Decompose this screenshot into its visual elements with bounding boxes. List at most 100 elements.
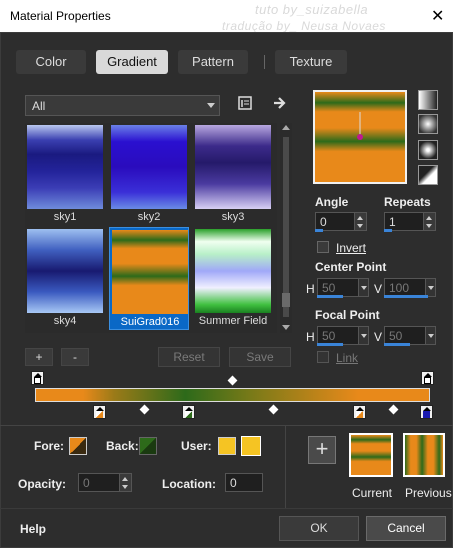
scroll-up-icon[interactable]: [282, 125, 290, 130]
chevron-down-icon[interactable]: [425, 327, 435, 344]
title-bar: Material Properties tuto by_suizabella t…: [0, 0, 453, 33]
back-swatch[interactable]: [139, 437, 157, 455]
gradient-editor-bar[interactable]: [35, 388, 430, 402]
previous-material-swatch[interactable]: [403, 433, 445, 477]
angle-label: Angle: [315, 195, 349, 209]
gradient-item-sky2[interactable]: sky2: [109, 123, 189, 226]
chevron-down-icon: [207, 103, 215, 108]
angle-spinner[interactable]: [354, 213, 366, 230]
gradient-swatch: [112, 230, 188, 314]
location-label: Location:: [162, 477, 216, 491]
location-value: 0: [230, 476, 237, 490]
add-gradient-button[interactable]: +: [25, 348, 53, 366]
gradient-item-sky4[interactable]: sky4: [25, 227, 105, 330]
tab-gradient[interactable]: Gradient: [96, 50, 168, 74]
cancel-button[interactable]: Cancel: [366, 516, 446, 541]
library-scrollbar[interactable]: [280, 123, 292, 333]
save-button[interactable]: Save: [229, 347, 291, 367]
watermark-line2: tradução by_ Neusa Novaes: [222, 19, 386, 33]
angle-handle-icon[interactable]: [315, 92, 405, 182]
center-v-value: 100: [389, 281, 410, 295]
rectangular-style-icon[interactable]: [418, 114, 438, 134]
divider: [0, 425, 453, 426]
chevron-down-icon[interactable]: [425, 279, 435, 296]
fore-swatch[interactable]: [69, 437, 87, 455]
remove-gradient-button[interactable]: -: [61, 348, 89, 366]
center-v-slider[interactable]: [384, 295, 428, 298]
category-value: All: [32, 99, 46, 113]
scroll-track[interactable]: [283, 137, 289, 317]
category-dropdown[interactable]: All: [25, 95, 220, 116]
gradient-label: sky4: [53, 315, 77, 327]
repeats-value: 1: [389, 215, 396, 229]
gradient-item-suigrad016[interactable]: SuiGrad016: [109, 227, 189, 330]
gradient-label: sky1: [53, 211, 77, 223]
close-icon[interactable]: ✕: [431, 6, 444, 26]
gradient-preview[interactable]: [313, 90, 407, 184]
top-opacity-stop-left[interactable]: [31, 371, 44, 385]
location-field[interactable]: 0: [225, 473, 263, 492]
fore-label: Fore:: [34, 439, 64, 453]
link-checkbox[interactable]: [317, 351, 329, 363]
color-stop-end[interactable]: [420, 405, 433, 419]
invert-checkbox[interactable]: [317, 241, 329, 253]
gradient-library: sky1 sky2 sky3 sky4 SuiGrad016 Summer Fi…: [25, 123, 277, 333]
color-stop-orange-1[interactable]: [93, 405, 106, 419]
tab-bar: Color Gradient Pattern Texture: [0, 42, 453, 82]
scroll-down-icon[interactable]: [282, 325, 290, 330]
opacity-field[interactable]: 0: [78, 473, 132, 492]
center-v-label: V: [374, 282, 383, 296]
tab-separator: [264, 55, 265, 69]
angle-value: 0: [320, 215, 327, 229]
link-label[interactable]: Link: [336, 351, 358, 365]
back-label: Back:: [106, 439, 139, 453]
top-opacity-stop-right[interactable]: [421, 371, 434, 385]
scroll-thumb[interactable]: [282, 293, 290, 307]
chevron-down-icon[interactable]: [358, 327, 368, 344]
center-h-label: H: [306, 282, 315, 296]
center-h-slider[interactable]: [317, 295, 343, 298]
sunburst-style-icon[interactable]: [418, 140, 438, 160]
center-point-label: Center Point: [315, 260, 387, 274]
previous-label: Previous: [405, 486, 452, 500]
focal-h-slider[interactable]: [317, 343, 343, 346]
gradient-swatch: [27, 229, 103, 313]
radial-style-icon[interactable]: [418, 165, 438, 185]
invert-label[interactable]: Invert: [336, 241, 366, 255]
tab-pattern[interactable]: Pattern: [178, 50, 248, 74]
focal-h-label: H: [306, 330, 315, 344]
focal-h-value: 50: [322, 329, 336, 343]
user-label: User:: [181, 439, 212, 453]
angle-slider[interactable]: [315, 229, 323, 232]
watermark-line1: tuto by_suizabella: [255, 2, 369, 17]
arrow-right-icon[interactable]: [272, 95, 288, 111]
linear-style-icon[interactable]: [418, 90, 438, 110]
gradient-item-sky3[interactable]: sky3: [193, 123, 273, 226]
focal-v-value: 50: [389, 329, 403, 343]
reset-button[interactable]: Reset: [158, 347, 220, 367]
ok-button[interactable]: OK: [279, 516, 359, 541]
divider: [0, 508, 453, 509]
color-stop-green[interactable]: [182, 405, 195, 419]
divider: [285, 426, 286, 508]
add-to-swatches-button[interactable]: +: [308, 436, 336, 464]
focal-v-slider[interactable]: [384, 343, 410, 346]
focal-v-label: V: [374, 330, 383, 344]
user-swatch-small[interactable]: [218, 437, 236, 455]
tab-texture[interactable]: Texture: [275, 50, 347, 74]
gradient-item-summer-field[interactable]: Summer Field: [193, 227, 273, 330]
center-h-value: 50: [322, 281, 336, 295]
color-stop-orange-2[interactable]: [353, 405, 366, 419]
library-view-icon[interactable]: [238, 96, 252, 110]
gradient-label: sky3: [221, 211, 245, 223]
repeats-spinner[interactable]: [423, 213, 435, 230]
user-color-picker[interactable]: [241, 436, 261, 456]
gradient-label: SuiGrad016: [120, 316, 180, 328]
tab-color[interactable]: Color: [16, 50, 86, 74]
repeats-slider[interactable]: [384, 229, 392, 232]
help-link[interactable]: Help: [20, 522, 46, 536]
opacity-spinner[interactable]: [119, 474, 131, 491]
chevron-down-icon[interactable]: [358, 279, 368, 296]
gradient-item-sky1[interactable]: sky1: [25, 123, 105, 226]
current-material-swatch[interactable]: [349, 433, 393, 477]
